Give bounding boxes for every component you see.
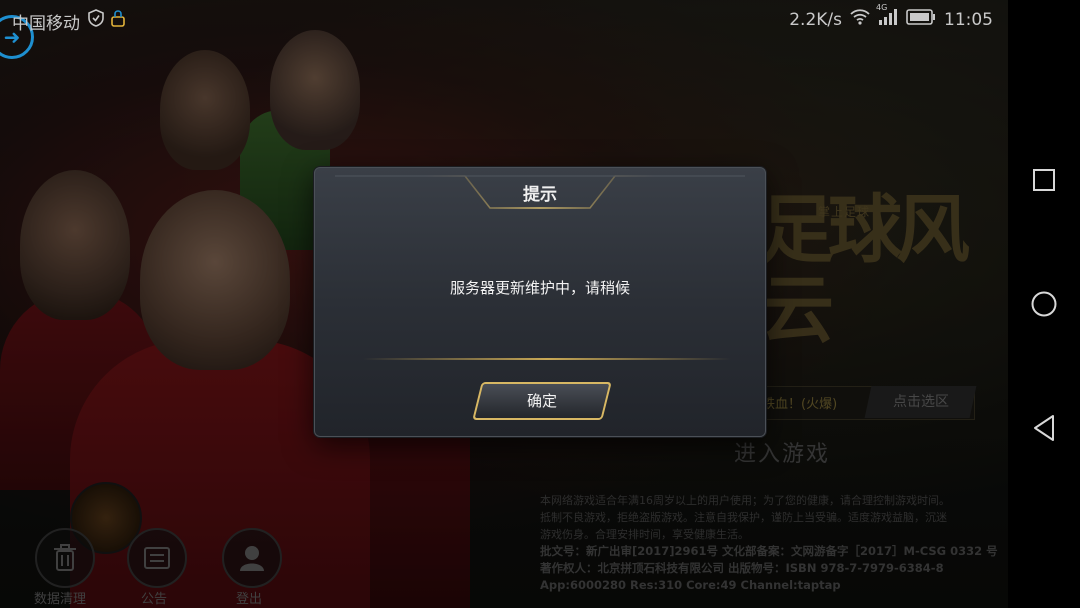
lock-icon <box>111 9 125 32</box>
network-speed: 2.2K/s <box>789 9 842 30</box>
dialog-message: 服务器更新维护中，请稍候 <box>449 279 630 297</box>
circle-icon <box>1031 291 1057 317</box>
back-button[interactable] <box>1008 398 1080 458</box>
square-icon <box>1033 169 1055 191</box>
dialog-divider <box>363 358 731 360</box>
status-right: 2.2K/s 4G 11:05 <box>789 3 993 30</box>
recent-apps-button[interactable] <box>1008 150 1080 210</box>
carrier-name: 中国移动 <box>12 14 80 34</box>
vpn-shield-icon <box>88 9 104 32</box>
confirm-button-label: 确定 <box>526 392 557 410</box>
network-type: 4G <box>876 3 888 12</box>
confirm-button[interactable]: 确定 <box>472 382 612 420</box>
status-bar: ➜ 中国移动 2.2K/s 4G 11:05 <box>0 0 1008 59</box>
alert-dialog: 提示 服务器更新维护中，请稍候 确定 <box>314 167 766 437</box>
dialog-title: 提示 <box>523 185 557 205</box>
signal-icon: 4G <box>876 3 898 30</box>
home-button[interactable] <box>1008 274 1080 334</box>
wifi-icon <box>850 9 870 30</box>
back-triangle-icon <box>1034 415 1054 441</box>
clock: 11:05 <box>944 9 993 30</box>
battery-icon <box>906 9 936 30</box>
navigation-bar <box>1008 0 1080 608</box>
